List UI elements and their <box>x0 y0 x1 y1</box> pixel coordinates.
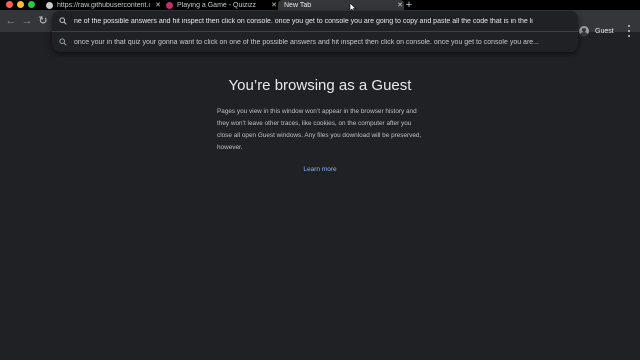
minimize-window-button[interactable] <box>17 1 24 8</box>
tab-new-tab[interactable]: New Tab ✕ <box>278 0 404 10</box>
page-title: You’re browsing as a Guest <box>228 77 412 94</box>
close-tab-icon[interactable]: ✕ <box>154 1 162 9</box>
close-tab-icon[interactable]: ✕ <box>270 1 278 9</box>
guest-description: Pages you view in this window won’t appe… <box>217 108 422 151</box>
tab-quizizz[interactable]: Playing a Game - Quizizz ✕ <box>164 0 278 10</box>
tab-strip: https://raw.githubusercontent.com/... ✕ … <box>0 0 640 11</box>
back-button[interactable]: ← <box>4 13 18 29</box>
tab-title: Playing a Game - Quizizz <box>177 1 256 9</box>
back-arrow-icon: ← <box>5 15 17 27</box>
search-icon <box>52 17 74 25</box>
menu-dot <box>628 25 630 27</box>
close-window-button[interactable] <box>6 1 13 8</box>
globe-icon <box>46 1 53 9</box>
reload-button[interactable]: ↻ <box>36 13 50 29</box>
guest-new-tab-page: You’re browsing as a Guest Pages you vie… <box>0 32 640 360</box>
learn-more-link[interactable]: Learn more <box>280 166 360 173</box>
tab-github-raw[interactable]: https://raw.githubusercontent.com/... ✕ <box>44 0 162 10</box>
address-bar[interactable]: ne of the possible answers and hit inspe… <box>52 11 578 31</box>
browser-window: https://raw.githubusercontent.com/... ✕ … <box>0 0 640 360</box>
address-input[interactable]: ne of the possible answers and hit inspe… <box>74 18 578 25</box>
tab-title: New Tab <box>284 1 312 9</box>
quizizz-icon <box>166 1 173 9</box>
tab-title: https://raw.githubusercontent.com/... <box>57 1 150 9</box>
forward-button[interactable]: → <box>20 13 34 29</box>
reload-icon: ↻ <box>38 15 48 27</box>
forward-arrow-icon: → <box>21 15 33 27</box>
maximize-window-button[interactable] <box>28 1 35 8</box>
close-tab-icon[interactable]: ✕ <box>396 1 404 9</box>
